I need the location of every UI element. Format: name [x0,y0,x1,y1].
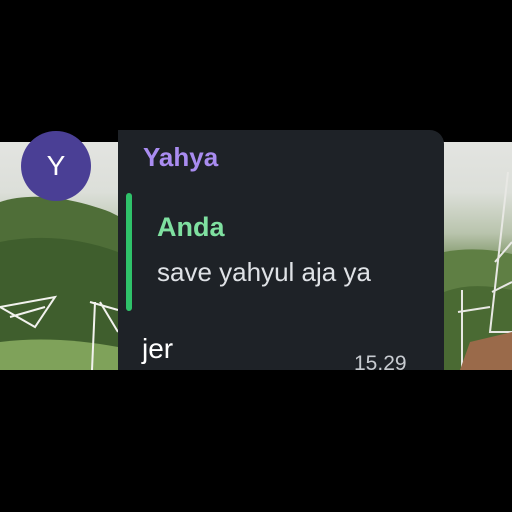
message-bubble[interactable]: Yahya Anda save yahyul aja ya jer 15.29 [118,130,444,370]
sender-name[interactable]: Yahya [143,142,218,173]
message-timestamp: 15.29 [354,352,407,370]
avatar-initial: Y [46,150,66,181]
message-text: jer [142,333,174,364]
reply-quote-bar [126,193,132,311]
screen: Y Yahya Anda save yahyul aja ya jer 15.2… [0,0,512,512]
reply-text: save yahyul aja ya [157,257,371,287]
reply-quote[interactable]: Anda save yahyul aja ya [126,193,426,311]
reply-author: Anda [157,212,225,242]
sender-avatar[interactable]: Y [21,131,91,201]
